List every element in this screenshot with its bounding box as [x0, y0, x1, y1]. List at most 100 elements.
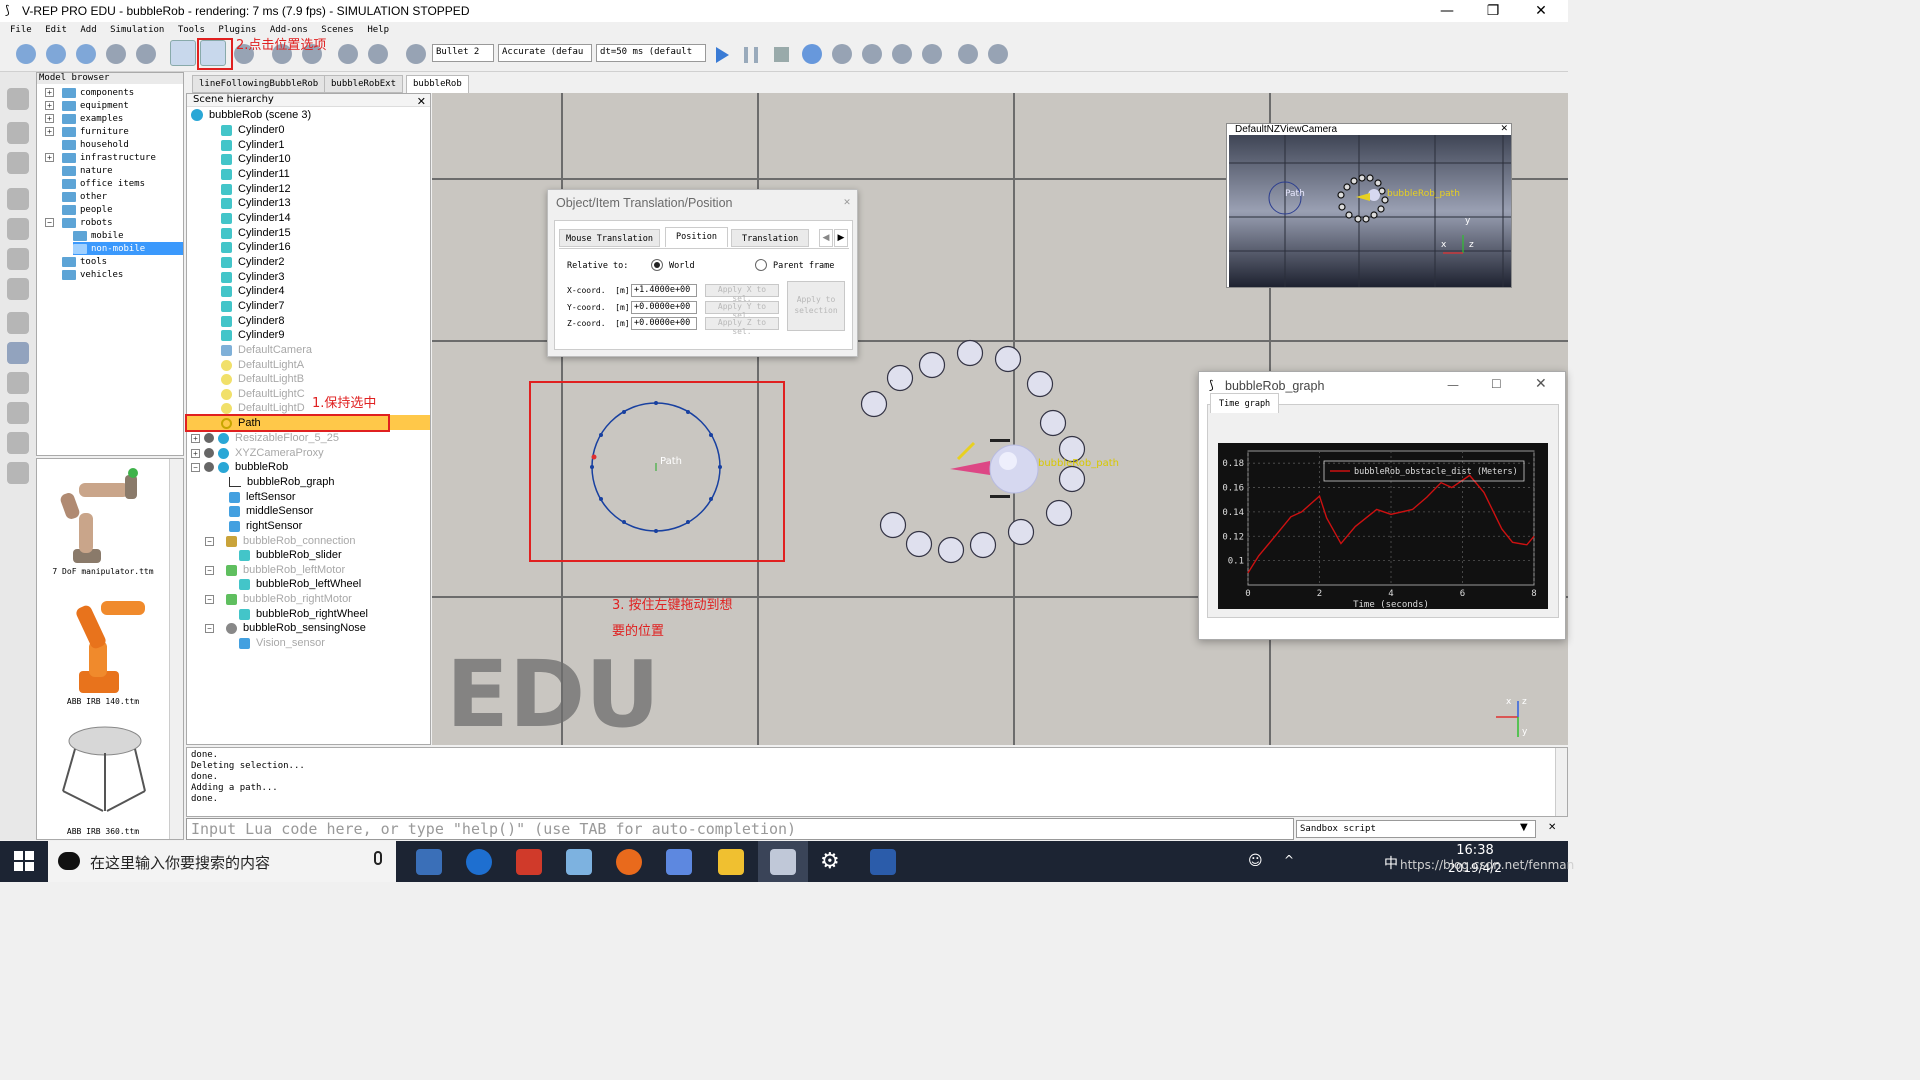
windows-start-icon[interactable]: [14, 851, 34, 871]
menu-add[interactable]: Add: [80, 25, 96, 35]
scripts-icon[interactable]: [7, 218, 29, 240]
folder-nature[interactable]: nature: [45, 164, 113, 177]
camera-shift-icon[interactable]: [76, 44, 96, 64]
folder-office-items[interactable]: office items: [45, 177, 145, 190]
console-scrollbar[interactable]: [1555, 748, 1567, 816]
parent-frame-radio[interactable]: [755, 259, 767, 271]
ime-indicator[interactable]: 中: [1384, 853, 1398, 873]
hier-item[interactable]: Cylinder12: [221, 182, 291, 196]
visualization-icon[interactable]: [922, 44, 942, 64]
shape-edit-icon[interactable]: [7, 248, 29, 270]
tab-scroll-right-icon[interactable]: ▶: [834, 229, 848, 247]
camera-angle-icon[interactable]: [106, 44, 126, 64]
close-icon[interactable]: ✕: [1535, 376, 1547, 392]
hier-item[interactable]: Cylinder7: [221, 299, 284, 313]
apply-x-button[interactable]: Apply X to sel.: [705, 284, 779, 303]
settings-gear-icon[interactable]: ⚙: [820, 849, 840, 874]
microphone-icon[interactable]: [374, 851, 382, 865]
hier-sensor[interactable]: rightSensor: [229, 519, 302, 533]
hier-item[interactable]: Cylinder3: [221, 270, 284, 284]
hier-item[interactable]: Cylinder8: [221, 314, 284, 328]
script-selector[interactable]: Sandbox script: [1296, 820, 1536, 838]
folder-other[interactable]: other: [45, 190, 107, 203]
task-view-icon[interactable]: [416, 849, 442, 875]
hier-connection[interactable]: − bubbleRob_connection: [205, 534, 356, 548]
hier-light[interactable]: DefaultLightD: [221, 401, 305, 415]
realtime-icon[interactable]: [802, 44, 822, 64]
menu-tools[interactable]: Tools: [178, 25, 205, 35]
folder-infrastructure[interactable]: + infrastructure: [45, 151, 156, 164]
close-icon[interactable]: ✕: [840, 198, 854, 212]
people-icon[interactable]: ☺: [1248, 853, 1263, 869]
folder-tools[interactable]: tools: [45, 255, 107, 268]
selection-icon[interactable]: [7, 312, 29, 334]
hier-camera[interactable]: DefaultCamera: [221, 343, 312, 357]
menu-edit[interactable]: Edit: [45, 25, 67, 35]
search-icon[interactable]: [7, 122, 29, 144]
hier-camproxy[interactable]: + XYZCameraProxy: [191, 446, 324, 460]
apply-z-button[interactable]: Apply Z to sel.: [705, 317, 779, 336]
menu-simulation[interactable]: Simulation: [110, 25, 164, 35]
manipulator-thumbnail[interactable]: [53, 463, 153, 567]
undo-icon[interactable]: [338, 44, 358, 64]
scene-hierarchy-icon[interactable]: [7, 372, 29, 394]
minimize-icon[interactable]: —: [1447, 378, 1459, 392]
word-icon[interactable]: [870, 849, 896, 875]
folder-non-mobile[interactable]: non-mobile: [73, 242, 183, 255]
abb-irb360-thumbnail[interactable]: [53, 721, 153, 825]
page-selector-icon[interactable]: [958, 44, 978, 64]
tab-mouse-translation[interactable]: Mouse Translation: [559, 229, 660, 247]
hier-leftwheel[interactable]: bubbleRob_leftWheel: [239, 577, 361, 591]
hier-item[interactable]: Cylinder14: [221, 211, 291, 225]
pause-icon[interactable]: [744, 47, 758, 63]
folder-equipment[interactable]: + equipment: [45, 99, 129, 112]
thread-rendering-icon[interactable]: [892, 44, 912, 64]
graph-window[interactable]: ⟆ bubbleRob_graph — ☐ ✕ Time graph 0.18 0…: [1198, 371, 1566, 640]
hier-light[interactable]: DefaultLightC: [221, 387, 305, 401]
hier-item[interactable]: Cylinder0: [221, 123, 284, 137]
clock-time[interactable]: 16:38: [1430, 843, 1520, 858]
folder-household[interactable]: household: [45, 138, 129, 151]
accuracy-select[interactable]: Accurate (defau: [498, 44, 592, 62]
vs-icon[interactable]: [666, 849, 692, 875]
tab-translation[interactable]: Translation: [731, 229, 810, 247]
hier-item[interactable]: Cylinder10: [221, 152, 291, 166]
camera-pan-icon[interactable]: [16, 44, 36, 64]
lua-command-input[interactable]: Input Lua code here, or type "help()" (u…: [186, 818, 1294, 840]
hier-vision[interactable]: Vision_sensor: [239, 636, 325, 650]
hier-rightwheel[interactable]: bubbleRob_rightWheel: [239, 607, 368, 621]
redo-icon[interactable]: [368, 44, 388, 64]
hier-light[interactable]: DefaultLightA: [221, 358, 304, 372]
hier-item[interactable]: Cylinder16: [221, 240, 291, 254]
hier-item[interactable]: Cylinder4: [221, 284, 284, 298]
scene-root[interactable]: bubbleRob (scene 3): [191, 108, 311, 122]
video-recorder-icon[interactable]: [7, 432, 29, 454]
dynamics-icon[interactable]: [406, 44, 426, 64]
hier-sensingnose[interactable]: − bubbleRob_sensingNose: [205, 621, 366, 635]
hier-leftmotor[interactable]: − bubbleRob_leftMotor: [205, 563, 345, 577]
world-radio[interactable]: [651, 259, 663, 271]
abb-irb140-thumbnail[interactable]: [53, 591, 153, 699]
tab-lineFollowingBubbleRob[interactable]: lineFollowingBubbleRob: [192, 75, 326, 93]
path-edit-icon[interactable]: [7, 278, 29, 300]
close-icon[interactable]: ✕: [1548, 822, 1556, 833]
apply-y-button[interactable]: Apply Y to sel.: [705, 301, 779, 320]
slow-down-icon[interactable]: [832, 44, 852, 64]
folder-furniture[interactable]: + furniture: [45, 125, 129, 138]
thumbnails-scrollbar[interactable]: [169, 459, 183, 839]
minimize-button[interactable]: —: [1424, 0, 1470, 22]
hier-graph[interactable]: bubbleRob_graph: [229, 475, 334, 489]
hier-item[interactable]: Cylinder11: [221, 167, 290, 181]
folder-vehicles[interactable]: vehicles: [45, 268, 123, 281]
maximize-button[interactable]: ❐: [1470, 0, 1516, 22]
camera-rotate-icon[interactable]: [46, 44, 66, 64]
hier-slider[interactable]: bubbleRob_slider: [239, 548, 342, 562]
model-browser-icon[interactable]: [7, 342, 29, 364]
folder-examples[interactable]: + examples: [45, 112, 123, 125]
hier-item[interactable]: Cylinder9: [221, 328, 284, 342]
hier-item[interactable]: Cylinder15: [221, 226, 291, 240]
tab-scroll-left-icon[interactable]: ◀: [819, 229, 833, 247]
apply-to-selection-button[interactable]: Apply to selection: [787, 281, 845, 331]
click-select-button[interactable]: [170, 40, 196, 66]
z-coord-field[interactable]: +0.0000e+00: [631, 317, 697, 330]
